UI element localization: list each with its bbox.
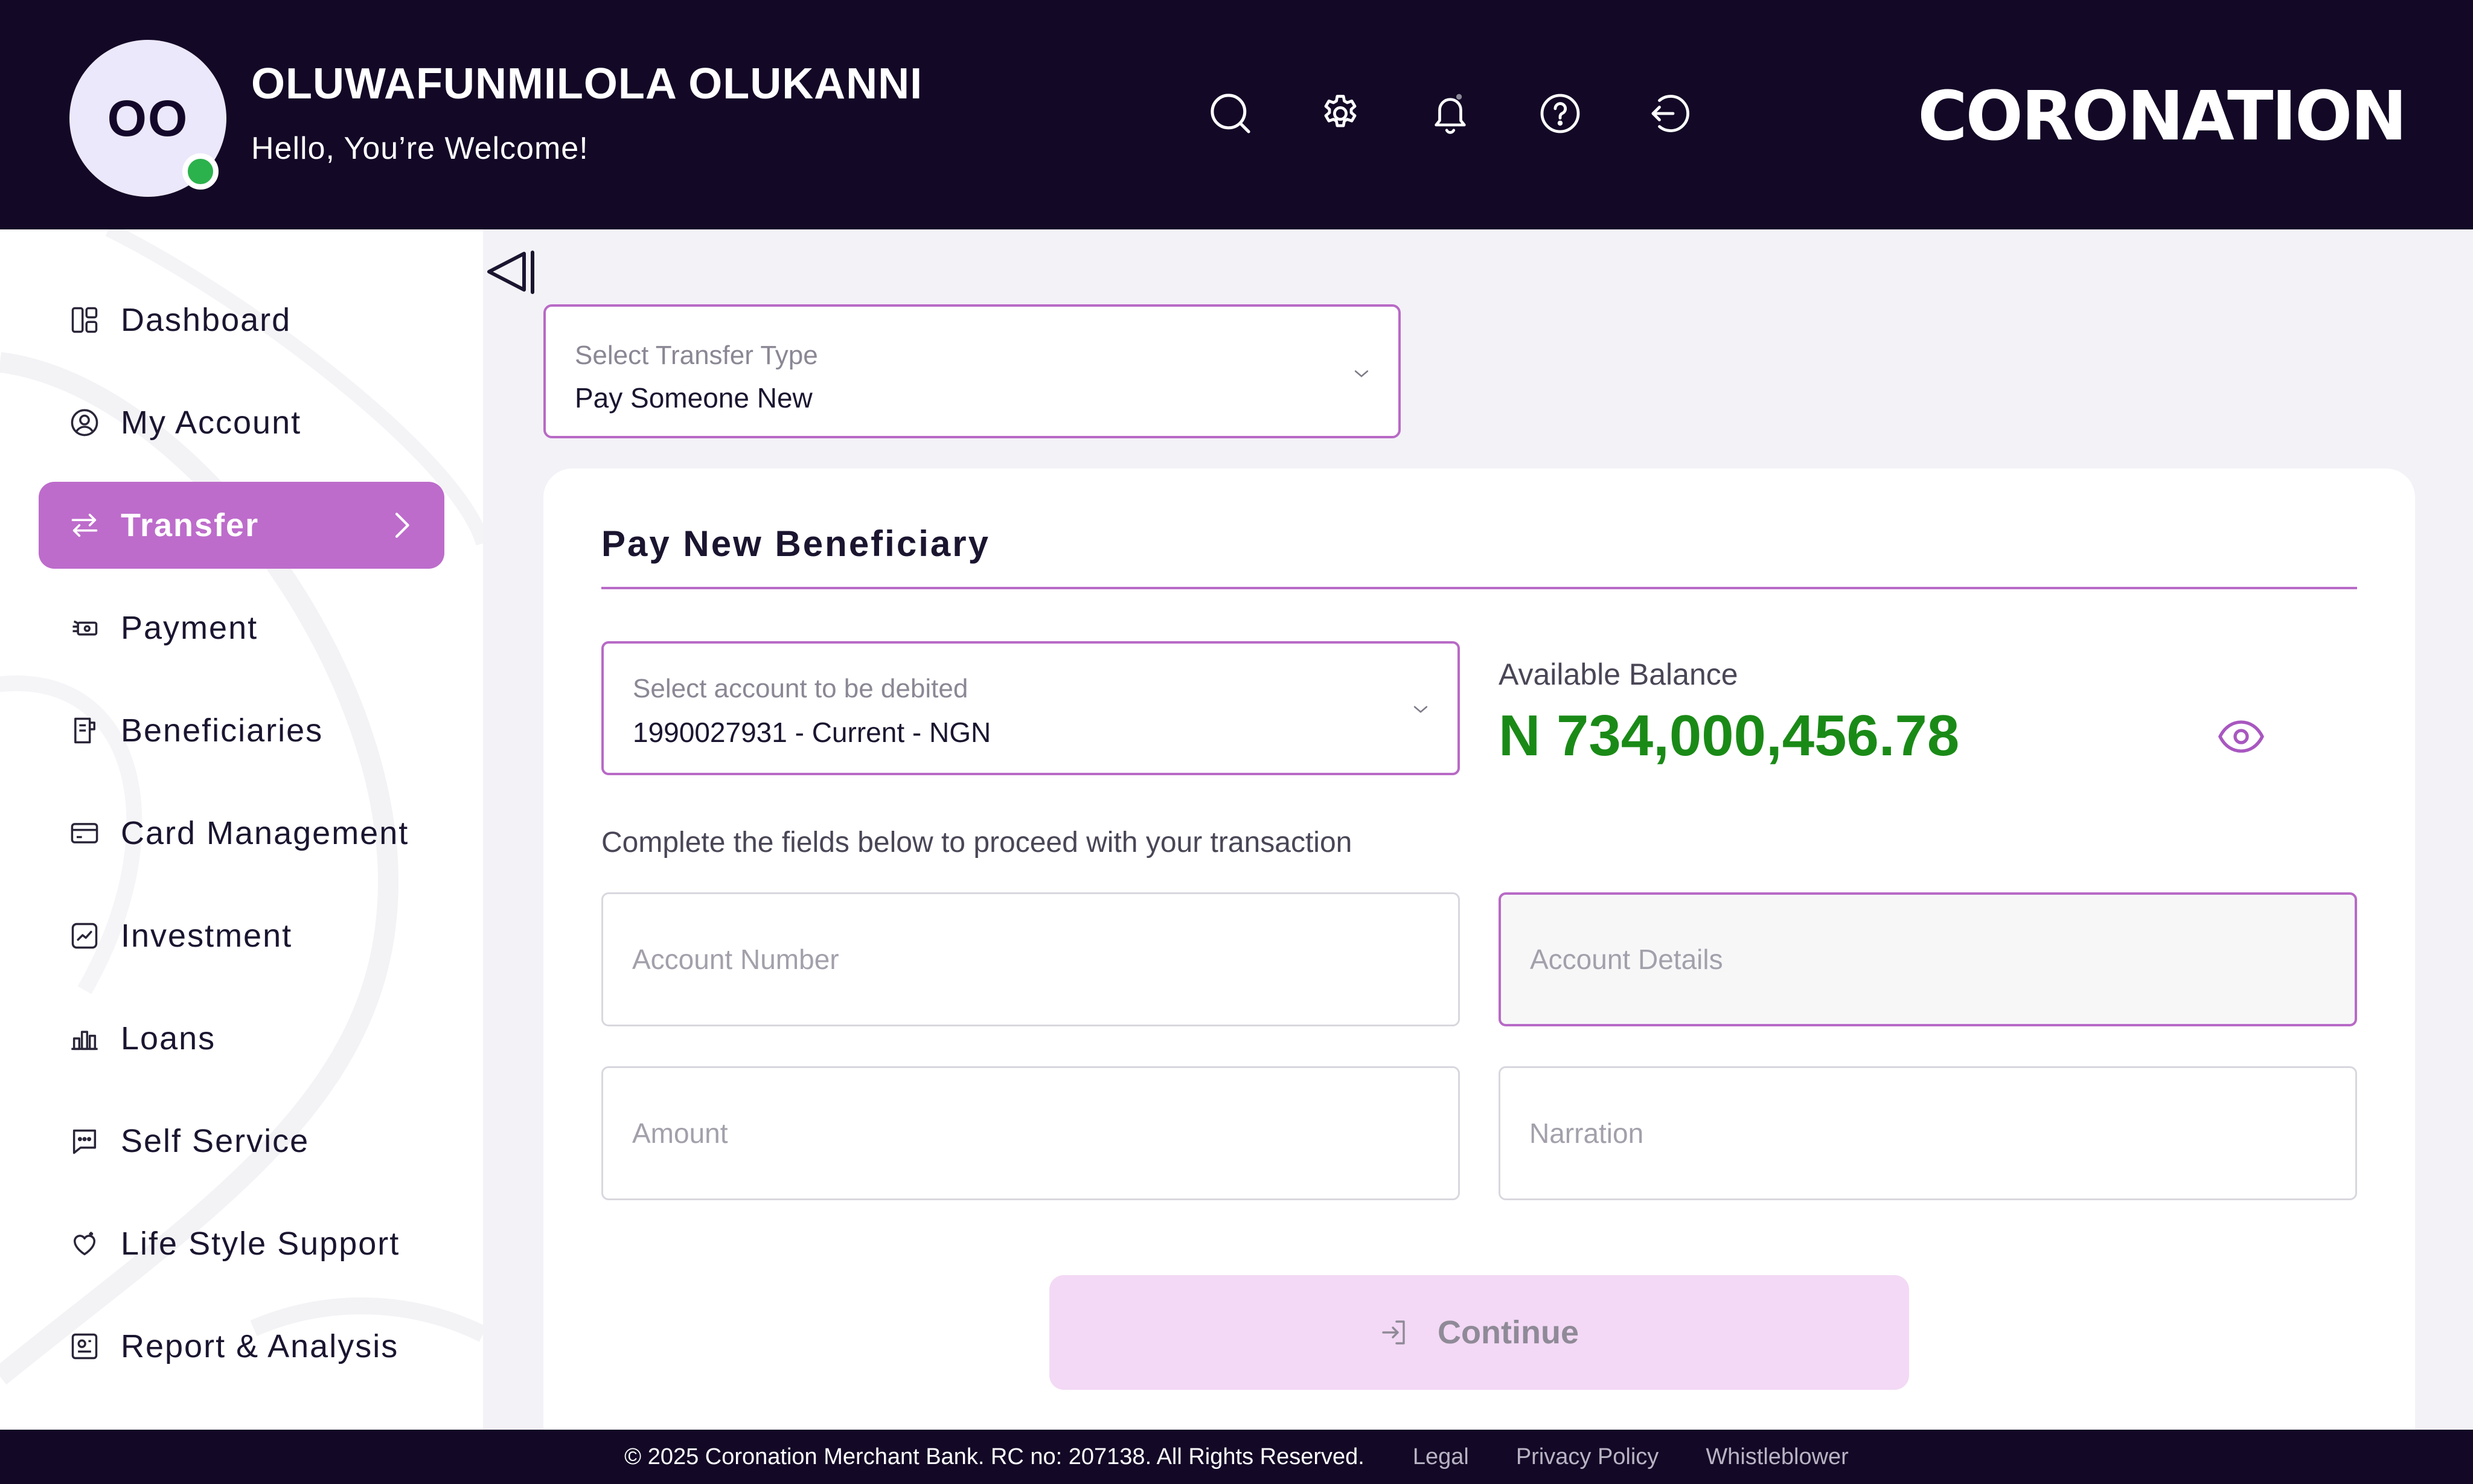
- sidebar-item-beneficiaries[interactable]: Beneficiaries: [39, 687, 444, 774]
- chat-icon: [72, 1129, 97, 1154]
- collapse-sidebar-icon[interactable]: [483, 248, 537, 302]
- sidebar-item-label: Transfer: [121, 507, 260, 543]
- bank-logo: CORONATION: [1918, 77, 2407, 156]
- sidebar-item-label: Dashboard: [121, 302, 292, 338]
- sidebar-item-payment[interactable]: Payment: [39, 584, 444, 671]
- sidebar-item-life-style-support[interactable]: Life Style Support: [39, 1200, 444, 1287]
- form-instruction: Complete the fields below to proceed wit…: [601, 827, 1352, 859]
- sidebar-item-label: Investment: [121, 918, 293, 954]
- available-balance-label: Available Balance: [1499, 657, 1738, 691]
- online-status-dot: [182, 153, 219, 190]
- beneficiaries-icon: [74, 717, 95, 744]
- amount-input[interactable]: [601, 1066, 1460, 1200]
- footer: © 2025 Coronation Merchant Bank. RC no: …: [0, 1430, 2473, 1484]
- sidebar-item-loans[interactable]: Loans: [39, 995, 444, 1082]
- heart-icon: [74, 1232, 95, 1256]
- sidebar-item-report-analysis[interactable]: Report & Analysis: [39, 1303, 444, 1390]
- eye-icon[interactable]: [2217, 712, 2265, 761]
- sidebar: Dashboard My Account Transfer Payment Be…: [0, 229, 483, 1430]
- logout-icon[interactable]: [1643, 89, 1692, 138]
- investment-chart-icon: [71, 923, 98, 949]
- sidebar-item-label: Payment: [121, 610, 258, 646]
- copyright-text: © 2025 Coronation Merchant Bank. RC no: …: [624, 1444, 1364, 1470]
- title-divider: [601, 587, 2357, 589]
- chevron-right-icon: [395, 513, 409, 538]
- sidebar-item-label: Report & Analysis: [121, 1328, 399, 1364]
- sidebar-item-label: Life Style Support: [121, 1226, 400, 1262]
- footer-link-whistleblower[interactable]: Whistleblower: [1706, 1444, 1849, 1470]
- debit-account-value: 1990027931 - Current - NGN: [633, 717, 991, 748]
- avatar-initials: OO: [107, 89, 189, 147]
- sidebar-item-my-account[interactable]: My Account: [39, 379, 444, 466]
- account-number-input[interactable]: [601, 892, 1460, 1026]
- login-arrow-icon: [1382, 1320, 1405, 1345]
- available-balance-value: N 734,000,456.78: [1499, 703, 1960, 768]
- sidebar-item-label: Self Service: [121, 1123, 310, 1159]
- transfer-type-select[interactable]: Select Transfer Type Pay Someone New: [543, 304, 1401, 438]
- continue-button-label: Continue: [1438, 1314, 1579, 1351]
- sidebar-item-label: My Account: [121, 405, 302, 441]
- footer-link-legal[interactable]: Legal: [1413, 1444, 1469, 1470]
- sidebar-item-transfer[interactable]: Transfer: [39, 482, 444, 569]
- card-icon: [71, 823, 98, 843]
- transfer-type-value: Pay Someone New: [575, 382, 813, 414]
- help-icon[interactable]: [1536, 89, 1584, 138]
- account-details-field[interactable]: [1499, 892, 2357, 1026]
- card-title: Pay New Beneficiary: [601, 523, 990, 564]
- sidebar-item-card-management[interactable]: Card Management: [39, 790, 444, 877]
- chevron-down-icon: [1354, 370, 1369, 377]
- footer-link-privacy-policy[interactable]: Privacy Policy: [1516, 1444, 1659, 1470]
- sidebar-item-dashboard[interactable]: Dashboard: [39, 277, 444, 363]
- user-name: OLUWAFUNMILOLA OLUKANNI: [251, 60, 923, 108]
- dashboard-icon: [71, 307, 98, 333]
- continue-button[interactable]: Continue: [1049, 1275, 1909, 1390]
- loans-bar-icon: [71, 1031, 98, 1051]
- sidebar-item-label: Beneficiaries: [121, 712, 324, 749]
- debit-account-label: Select account to be debited: [633, 674, 968, 703]
- payment-icon: [72, 620, 98, 636]
- pay-beneficiary-card: Pay New Beneficiary Select account to be…: [543, 469, 2415, 1430]
- debit-account-select[interactable]: Select account to be debited 1990027931 …: [601, 641, 1460, 775]
- greeting-text: Hello, You’re Welcome!: [251, 131, 589, 166]
- sidebar-item-self-service[interactable]: Self Service: [39, 1098, 444, 1185]
- user-circle-icon: [71, 409, 98, 437]
- search-icon[interactable]: [1206, 89, 1255, 138]
- chevron-down-icon: [1413, 706, 1428, 713]
- transfer-arrows-icon: [71, 513, 98, 537]
- top-header: OO OLUWAFUNMILOLA OLUKANNI Hello, You’re…: [0, 0, 2473, 229]
- narration-input[interactable]: [1499, 1066, 2357, 1200]
- sidebar-item-label: Card Management: [121, 815, 409, 851]
- sidebar-item-investment[interactable]: Investment: [39, 892, 444, 979]
- sidebar-item-label: Loans: [121, 1020, 216, 1057]
- bell-icon[interactable]: [1426, 89, 1474, 138]
- report-icon: [71, 1333, 98, 1360]
- gear-icon[interactable]: [1316, 89, 1364, 138]
- transfer-type-label: Select Transfer Type: [575, 341, 818, 370]
